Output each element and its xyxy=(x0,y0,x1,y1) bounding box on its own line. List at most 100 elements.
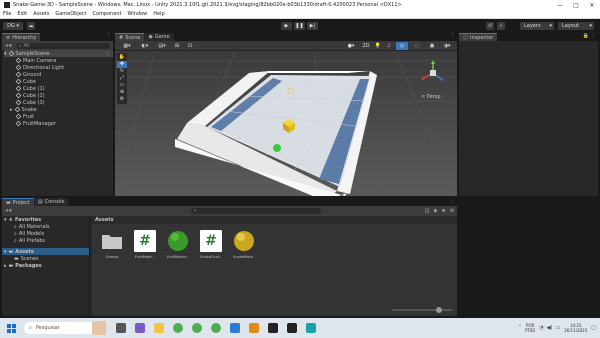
project-search-input[interactable]: ⌕ xyxy=(190,208,321,214)
scene-root[interactable]: ▾ SampleScene ⋮ xyxy=(4,50,113,57)
unity-hub-icon[interactable] xyxy=(268,323,278,333)
asset-item[interactable]: FruitMateri... xyxy=(167,230,189,259)
move-tool-icon[interactable]: ✥ xyxy=(117,61,127,68)
scene-viewport[interactable]: ✋ ✥ ↻ ⤢ ▭ ⊕ ⚙ < Persp xyxy=(115,51,457,196)
asset-item[interactable]: SnakeMate... xyxy=(233,230,255,259)
task-view-icon[interactable] xyxy=(116,323,126,333)
teams-icon[interactable] xyxy=(135,323,145,333)
play-button[interactable]: ▶ xyxy=(281,22,292,30)
menu-file[interactable]: File xyxy=(3,11,11,17)
add-icon[interactable]: +▾ xyxy=(5,43,12,49)
tab-scene[interactable]: # Scene xyxy=(115,33,145,41)
notifications-icon[interactable]: ▢ xyxy=(591,325,596,331)
hierarchy-item[interactable]: Ground xyxy=(4,71,113,78)
tray-chevron-icon[interactable]: ˄ xyxy=(519,325,522,331)
chrome-icon[interactable] xyxy=(173,323,183,333)
hierarchy-search-input[interactable]: ⌕ All xyxy=(15,42,110,49)
rotate-tool-icon[interactable]: ↻ xyxy=(117,68,127,75)
filter-type-icon[interactable]: ◫ xyxy=(425,208,430,214)
menu-help[interactable]: Help xyxy=(153,11,164,17)
menu-component[interactable]: Component xyxy=(93,11,122,17)
more-icon[interactable]: ⋮ xyxy=(106,33,111,41)
effects-icon[interactable]: ◎ xyxy=(396,41,408,50)
asset-item[interactable]: Scenes xyxy=(101,230,123,259)
more-icon[interactable]: ⋮ xyxy=(450,198,455,206)
gizmos-dropdown[interactable]: ◑▾ xyxy=(441,41,453,50)
lock-icon[interactable]: 🔒 xyxy=(583,33,589,41)
tab-console[interactable]: ▤ Console xyxy=(33,198,69,206)
menu-edit[interactable]: Edit xyxy=(17,11,27,17)
layout-dropdown[interactable]: Layout ▾ xyxy=(558,22,594,30)
step-button[interactable]: ▶| xyxy=(307,22,318,30)
chrome-icon[interactable] xyxy=(192,323,202,333)
hierarchy-item[interactable]: FruitManager xyxy=(4,120,113,127)
cloud-icon[interactable]: ☁ xyxy=(27,22,35,30)
layers-dropdown[interactable]: Layers ▾ xyxy=(520,22,554,30)
minimize-button[interactable]: — xyxy=(552,0,568,10)
camera-settings-icon[interactable]: ▣ xyxy=(426,41,438,50)
app-icon[interactable] xyxy=(249,323,259,333)
favorites-header[interactable]: ▾ ★ Favorites xyxy=(2,216,89,223)
windows-start-icon[interactable] xyxy=(4,323,18,333)
snap-increment-icon[interactable]: ⊞ xyxy=(172,41,182,50)
lighting-icon[interactable]: 💡 xyxy=(374,41,382,50)
scale-tool-icon[interactable]: ⤢ xyxy=(117,75,127,82)
hierarchy-item[interactable]: Cube (2) xyxy=(4,92,113,99)
language-indicator[interactable]: POR PTB2 xyxy=(525,323,535,333)
favorites-item[interactable]: ⌕ All Prefabs xyxy=(2,237,89,244)
favorites-item[interactable]: ⌕ All Models xyxy=(2,230,89,237)
maximize-button[interactable]: □ xyxy=(568,0,584,10)
breadcrumb[interactable]: Assets xyxy=(92,216,457,224)
hierarchy-item[interactable]: Cube (1) xyxy=(4,85,113,92)
vscode-icon[interactable] xyxy=(230,323,240,333)
hierarchy-item[interactable]: Main Camera xyxy=(4,57,113,64)
snap-icon[interactable]: ⊡ xyxy=(185,41,195,50)
assets-tree-item[interactable]: ▬ Scenes xyxy=(2,255,89,262)
perspective-label[interactable]: < Persp xyxy=(421,94,441,100)
grid-snap-dropdown[interactable]: ▤▾ xyxy=(155,41,169,50)
custom-tool-icon[interactable]: ⚙ xyxy=(117,96,127,103)
menu-gameobject[interactable]: GameObject xyxy=(55,11,86,17)
hierarchy-item[interactable]: Cube xyxy=(4,78,113,85)
tab-game[interactable]: ◉ Game xyxy=(144,33,174,41)
file-explorer-icon[interactable] xyxy=(154,323,164,333)
wifi-icon[interactable]: ◔ xyxy=(539,325,543,331)
more-icon[interactable]: ⋮ xyxy=(591,33,596,41)
expand-arrow-icon[interactable]: ▾ xyxy=(4,51,7,57)
hierarchy-item[interactable]: Cube (3) xyxy=(4,99,113,106)
hidden-objects-icon[interactable]: ◌ xyxy=(411,41,423,50)
account-dropdown[interactable]: DG ▾ xyxy=(3,22,23,30)
assets-header[interactable]: ▾ ▬ Assets xyxy=(2,248,89,255)
asset-item[interactable]: # SnakeCont... xyxy=(200,230,222,259)
pivot-dropdown[interactable]: ◐▾ xyxy=(138,41,152,50)
expand-arrow-icon[interactable]: ▸ xyxy=(10,107,13,113)
view-tool-icon[interactable]: ✋ xyxy=(117,54,127,61)
hidden-packages-icon[interactable]: ⊘ xyxy=(450,208,454,214)
menu-window[interactable]: Window xyxy=(128,11,148,17)
more-icon[interactable]: ⋮ xyxy=(105,51,110,57)
unity-editor-icon[interactable] xyxy=(287,323,297,333)
rect-tool-icon[interactable]: ▭ xyxy=(117,82,127,89)
zoom-slider-handle[interactable] xyxy=(436,307,442,313)
packages-header[interactable]: ▸ ▬ Packages xyxy=(2,262,89,269)
app-icon[interactable] xyxy=(306,323,316,333)
hierarchy-item[interactable]: ▸ Snake xyxy=(4,106,113,113)
more-icon[interactable]: ⋮ xyxy=(450,33,455,41)
pause-button[interactable]: ❚❚ xyxy=(294,22,305,30)
history-icon[interactable]: ↺ xyxy=(486,22,494,30)
menu-assets[interactable]: Assets xyxy=(33,11,49,17)
transform-tool-icon[interactable]: ⊕ xyxy=(117,89,127,96)
clock[interactable]: 14:25 26/11/2023 xyxy=(564,323,587,333)
asset-item[interactable]: # FruitMate... xyxy=(134,230,156,259)
hierarchy-item[interactable]: Fruit xyxy=(4,113,113,120)
search-icon[interactable]: ⌕ xyxy=(497,22,505,30)
gizmo-tools-dropdown[interactable]: ▦▾ xyxy=(119,41,135,50)
chrome-icon[interactable] xyxy=(211,323,221,333)
tab-hierarchy[interactable]: ≡ Hierarchy xyxy=(2,33,41,41)
add-icon[interactable]: +▾ xyxy=(5,208,12,214)
zoom-slider[interactable] xyxy=(392,307,452,313)
shading-mode-dropdown[interactable]: ●▾ xyxy=(344,41,358,50)
hierarchy-item[interactable]: Directional Light xyxy=(4,64,113,71)
favorites-item[interactable]: ⌕ All Materials xyxy=(2,223,89,230)
volume-icon[interactable]: ◀) xyxy=(547,325,553,331)
